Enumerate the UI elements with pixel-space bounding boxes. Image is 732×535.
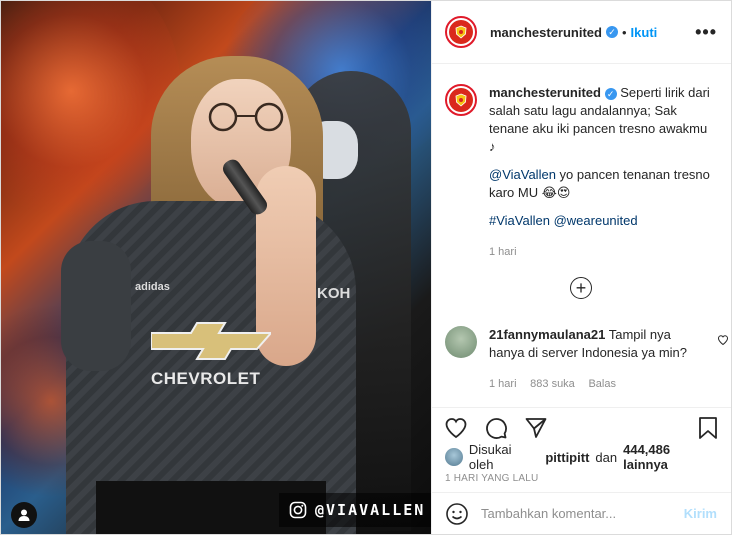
jersey-brand: adidas: [135, 281, 170, 293]
avatar[interactable]: [445, 326, 477, 358]
post-side-panel: manchesterunited ✓ • Ikuti ••• mancheste…: [431, 1, 731, 534]
likes-conj: dan: [595, 449, 618, 465]
comments-section: manchesterunited ✓ Seperti lirik dari sa…: [432, 64, 731, 407]
caption-time: 1 hari: [489, 246, 517, 258]
likes-summary: Disukai oleh pittipitt dan 444,486 lainn…: [432, 442, 731, 472]
post-header: manchesterunited ✓ • Ikuti •••: [432, 1, 731, 64]
post-timestamp[interactable]: 1 HARI YANG LALU: [432, 467, 731, 492]
post-photo[interactable]: adidas KOH CHEVROLET @VIAVALLEN: [1, 1, 431, 534]
watermark-handle: @VIAVALLEN: [315, 501, 426, 519]
chevrolet-bowtie: [151, 322, 271, 360]
follow-button[interactable]: Ikuti: [631, 25, 658, 40]
load-more-comments-button[interactable]: +: [570, 277, 592, 299]
heart-icon[interactable]: [444, 416, 468, 440]
liker-username[interactable]: pittipitt: [545, 450, 589, 465]
manchester-united-crest-icon: [449, 88, 473, 112]
share-icon[interactable]: [524, 416, 548, 440]
jersey-sleeve: [61, 241, 131, 371]
action-bar: [432, 407, 731, 447]
glasses-shape: [208, 102, 284, 132]
jersey-side-sponsor: KOH: [317, 285, 351, 302]
username-link[interactable]: manchesterunited: [490, 25, 602, 40]
jersey-sponsor: CHEVROLET: [151, 369, 261, 388]
avatar[interactable]: [445, 16, 477, 48]
bookmark-icon[interactable]: [697, 416, 719, 440]
comment-username[interactable]: 21fannymaulana21: [489, 327, 605, 342]
mention-link[interactable]: @weareunited: [554, 213, 638, 228]
manchester-united-crest-icon: [449, 20, 473, 44]
avatar[interactable]: [445, 84, 477, 116]
user-icon: [17, 508, 31, 522]
avatar[interactable]: [445, 448, 463, 466]
comment-input[interactable]: [481, 506, 672, 521]
heart-icon[interactable]: [717, 334, 729, 346]
add-comment-bar: Kirim: [432, 492, 731, 534]
plus-icon: +: [575, 278, 587, 298]
comment-icon[interactable]: [484, 416, 508, 440]
comment-body: 21fannymaulana21 Tampil nya hanya di ser…: [489, 326, 704, 393]
hashtag-link[interactable]: #ViaVallen: [489, 213, 550, 228]
instagram-icon: [289, 501, 307, 519]
watermark: @VIAVALLEN: [279, 493, 431, 527]
mention-link[interactable]: @ViaVallen: [489, 167, 556, 182]
caption-body: manchesterunited ✓ Seperti lirik dari sa…: [489, 84, 714, 261]
tagged-users-button[interactable]: [11, 502, 37, 528]
comment-likes[interactable]: 883 suka: [530, 378, 575, 390]
caption: manchesterunited ✓ Seperti lirik dari sa…: [445, 84, 725, 261]
separator-dot: •: [621, 24, 627, 40]
caption-username[interactable]: manchesterunited: [489, 85, 601, 100]
more-horizontal-icon[interactable]: •••: [695, 23, 717, 41]
post-comment-button[interactable]: Kirim: [684, 506, 717, 521]
emoji-icon[interactable]: [445, 502, 469, 526]
comment: 21fannymaulana21 Tampil nya hanya di ser…: [445, 326, 729, 393]
reply-button[interactable]: Balas: [588, 378, 616, 390]
verified-badge-icon: ✓: [604, 87, 617, 100]
post-card: adidas KOH CHEVROLET @VIAVALLEN manchest…: [0, 0, 732, 535]
verified-badge-icon: ✓: [605, 26, 618, 38]
comment-time: 1 hari: [489, 378, 517, 390]
